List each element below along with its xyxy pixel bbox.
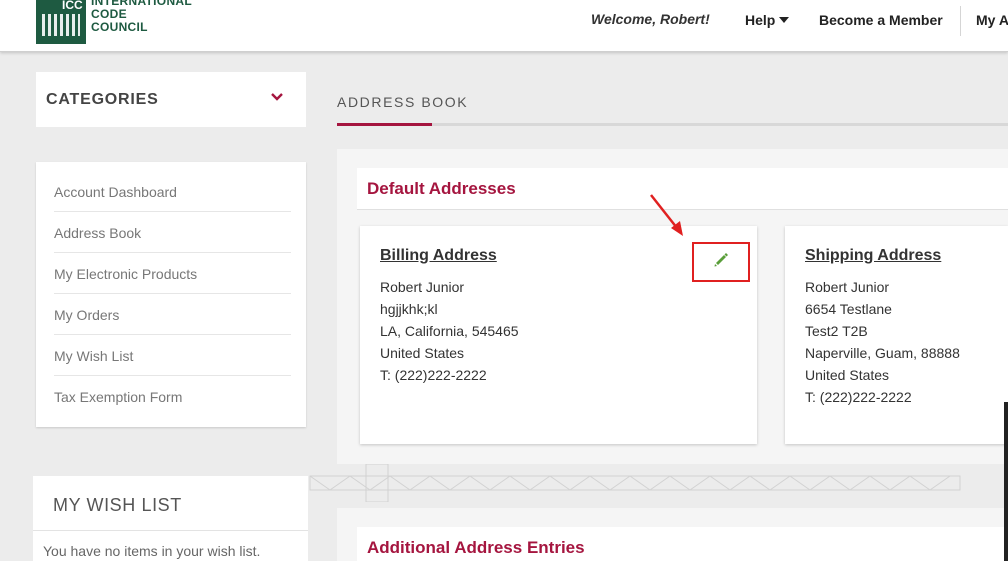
menu-item-account-dashboard[interactable]: Account Dashboard <box>54 171 291 212</box>
edit-billing-address-button[interactable] <box>692 242 750 282</box>
wishlist-title: MY WISH LIST <box>53 495 182 515</box>
shipping-line-phone: T: (222)222-2222 <box>805 389 912 405</box>
shipping-line-street: 6654 Testlane <box>805 301 892 317</box>
billing-line-country: United States <box>380 345 465 361</box>
default-addresses-title: Default Addresses <box>367 179 516 198</box>
billing-line-street: hgjjkhk;kl <box>380 301 438 317</box>
pencil-icon <box>714 253 728 267</box>
help-label: Help <box>745 12 776 28</box>
shipping-line-city: Naperville, Guam, 88888 <box>805 345 960 361</box>
arrow-pointer-icon <box>650 194 683 236</box>
shipping-line-country: United States <box>805 367 890 383</box>
scrollbar[interactable] <box>1004 402 1008 561</box>
become-member-link[interactable]: Become a Member <box>819 12 943 28</box>
shipping-line-name: Robert Junior <box>805 279 890 295</box>
categories-title: CATEGORIES <box>46 91 159 108</box>
wishlist-empty-message: You have no items in your wish list. <box>43 543 261 559</box>
caret-down-icon <box>779 17 790 23</box>
billing-address-title[interactable]: Billing Address <box>380 247 497 265</box>
menu-item-wish-list[interactable]: My Wish List <box>54 335 291 376</box>
chevron-down-icon <box>271 93 283 101</box>
shipping-address-card: Shipping Address Robert Junior 6654 Test… <box>785 226 1008 444</box>
menu-item-my-orders[interactable]: My Orders <box>54 294 291 335</box>
shipping-line-street2: Test2 T2B <box>805 323 868 339</box>
menu-item-tax-exemption[interactable]: Tax Exemption Form <box>54 376 291 417</box>
shipping-address-title[interactable]: Shipping Address <box>805 247 941 265</box>
menu-item-electronic-products[interactable]: My Electronic Products <box>54 253 291 294</box>
billing-line-phone: T: (222)222-2222 <box>380 367 487 383</box>
menu-item-address-book[interactable]: Address Book <box>54 212 291 253</box>
billing-line-city: LA, California, 545465 <box>380 323 519 339</box>
title-underline-accent <box>337 123 432 126</box>
nav-divider <box>960 6 961 36</box>
my-account-link[interactable]: My A <box>976 12 1008 28</box>
additional-addresses-title: Additional Address Entries <box>367 538 585 557</box>
logo-wordmark[interactable]: INTERNATIONAL CODE COUNCIL <box>91 0 192 34</box>
site-header: ICC INTERNATIONAL CODE COUNCIL Welcome, … <box>0 0 1008 52</box>
account-menu: Account Dashboard Address Book My Electr… <box>36 162 306 427</box>
help-menu[interactable]: Help <box>745 12 790 28</box>
title-underline <box>337 123 1008 126</box>
welcome-message: Welcome, Robert! <box>591 11 710 27</box>
crane-illustration-icon <box>309 463 961 502</box>
page-title: ADDRESS BOOK <box>337 94 469 110</box>
wishlist-divider <box>33 530 308 531</box>
logo-columns-icon <box>42 14 80 36</box>
icc-logo-icon[interactable]: ICC <box>36 0 86 44</box>
logo-mark-text: ICC <box>62 0 83 12</box>
wishlist-block: MY WISH LIST You have no items in your w… <box>33 476 308 561</box>
billing-line-name: Robert Junior <box>380 279 465 295</box>
logo-line-3: COUNCIL <box>91 20 148 34</box>
categories-dropdown[interactable]: CATEGORIES <box>36 72 306 127</box>
